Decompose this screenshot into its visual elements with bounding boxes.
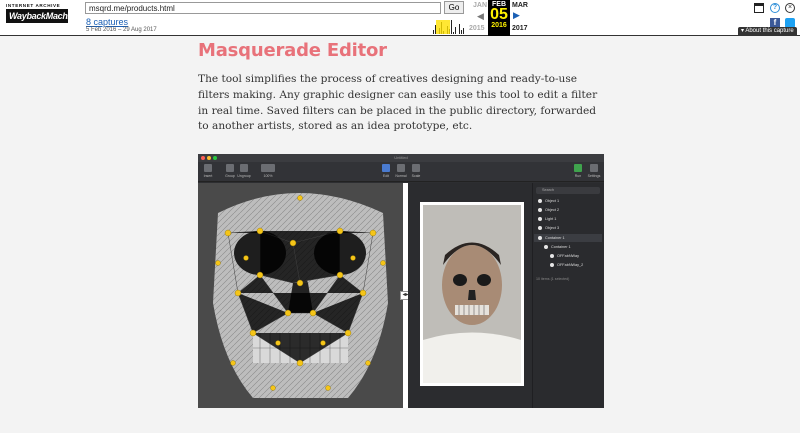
wayback-toolbar: INTERNET ARCHIVE WaybackMachine Go 8 cap… — [0, 0, 800, 36]
skull-mesh-canvas — [198, 183, 403, 408]
panel-search-field: Search — [536, 187, 600, 194]
prev-year[interactable]: 2015 — [469, 25, 485, 32]
insert-button: Insert — [198, 164, 218, 178]
scale-icon — [412, 164, 420, 172]
list-item: Object 1 — [538, 197, 600, 205]
container-bullet-icon — [538, 236, 542, 240]
settings-button: Settings — [584, 164, 604, 178]
page-title: Masquerade Editor — [198, 40, 387, 61]
current-year: 2016 — [491, 22, 507, 29]
panel-status-text: 10 items (1 selected) — [536, 277, 570, 281]
plus-icon — [204, 164, 212, 172]
object-bullet-icon — [538, 208, 542, 212]
list-item: Object 2 — [538, 206, 600, 214]
sparkline-bar — [451, 20, 452, 34]
next-capture-arrow-icon[interactable]: ▶ — [513, 10, 520, 21]
sparkline-bar — [463, 28, 464, 34]
object-bullet-icon — [538, 199, 542, 203]
current-capture-date: FEB 05 2016 — [488, 0, 510, 36]
window-icon[interactable] — [754, 3, 764, 13]
list-item: OFFabNWay — [550, 252, 600, 260]
next-month[interactable]: MAR — [512, 2, 528, 9]
intro-paragraph: The tool simplifies the process of creat… — [198, 73, 598, 133]
scale-button: Scale — [406, 164, 426, 178]
gear-icon — [590, 164, 598, 172]
ungroup-icon — [240, 164, 248, 172]
sparkline-bar — [433, 30, 434, 34]
object-bullet-icon — [550, 254, 554, 258]
prev-month[interactable]: JAN — [473, 2, 487, 9]
list-item: OFFabNWay_2 — [550, 261, 600, 269]
masked-face-illustration — [423, 205, 521, 383]
logo-top-text: INTERNET ARCHIVE — [6, 3, 61, 8]
capture-date-range: 5 Feb 2016 – 29 Aug 2017 — [86, 27, 157, 33]
ungroup-button: Ungroup — [234, 164, 254, 178]
help-icon[interactable]: ? — [770, 3, 780, 13]
skull-mesh-illustration — [198, 183, 403, 408]
app-toolbar: Insert Group Ungroup 100% Edit Normal Sc… — [198, 162, 604, 182]
normal-icon — [397, 164, 405, 172]
list-item: Light 1 — [538, 215, 600, 223]
close-icon[interactable]: × — [785, 3, 795, 13]
sparkline-bar — [453, 32, 454, 34]
edit-icon — [382, 164, 390, 172]
app-window-title: Untitled — [394, 155, 408, 160]
zoom-control: 100% — [258, 164, 278, 178]
container-bullet-icon — [544, 245, 548, 249]
captures-link[interactable]: 8 captures — [86, 17, 128, 27]
current-day: 05 — [490, 6, 508, 23]
sparkline-bar — [455, 27, 456, 34]
list-item: Container 1 — [544, 243, 600, 251]
group-icon — [226, 164, 234, 172]
go-button[interactable]: Go — [444, 1, 464, 14]
editor-screenshot: Untitled Insert Group Ungroup 100% Edit … — [198, 154, 604, 408]
wayback-logo[interactable]: INTERNET ARCHIVE WaybackMachine — [6, 3, 80, 31]
zoom-icon — [261, 164, 275, 172]
sparkline-bar — [459, 24, 460, 34]
light-bullet-icon — [538, 217, 542, 221]
sparkline-current-highlight — [436, 20, 450, 34]
preview-photo-image — [423, 205, 521, 383]
play-icon — [574, 164, 582, 172]
logo-main-text: WaybackMachine — [6, 9, 80, 23]
object-bullet-icon — [538, 226, 542, 230]
list-item-selected: Container 1 — [534, 234, 602, 242]
list-item: Object 3 — [538, 224, 600, 232]
app-titlebar: Untitled — [198, 154, 604, 162]
preview-photo — [420, 202, 524, 386]
url-input[interactable] — [85, 2, 441, 14]
object-bullet-icon — [550, 263, 554, 267]
sparkline-bar — [461, 30, 462, 34]
next-year[interactable]: 2017 — [512, 25, 528, 32]
about-capture-button[interactable]: ▾ About this capture — [738, 27, 797, 36]
prev-capture-arrow-icon[interactable]: ◀ — [477, 11, 484, 22]
